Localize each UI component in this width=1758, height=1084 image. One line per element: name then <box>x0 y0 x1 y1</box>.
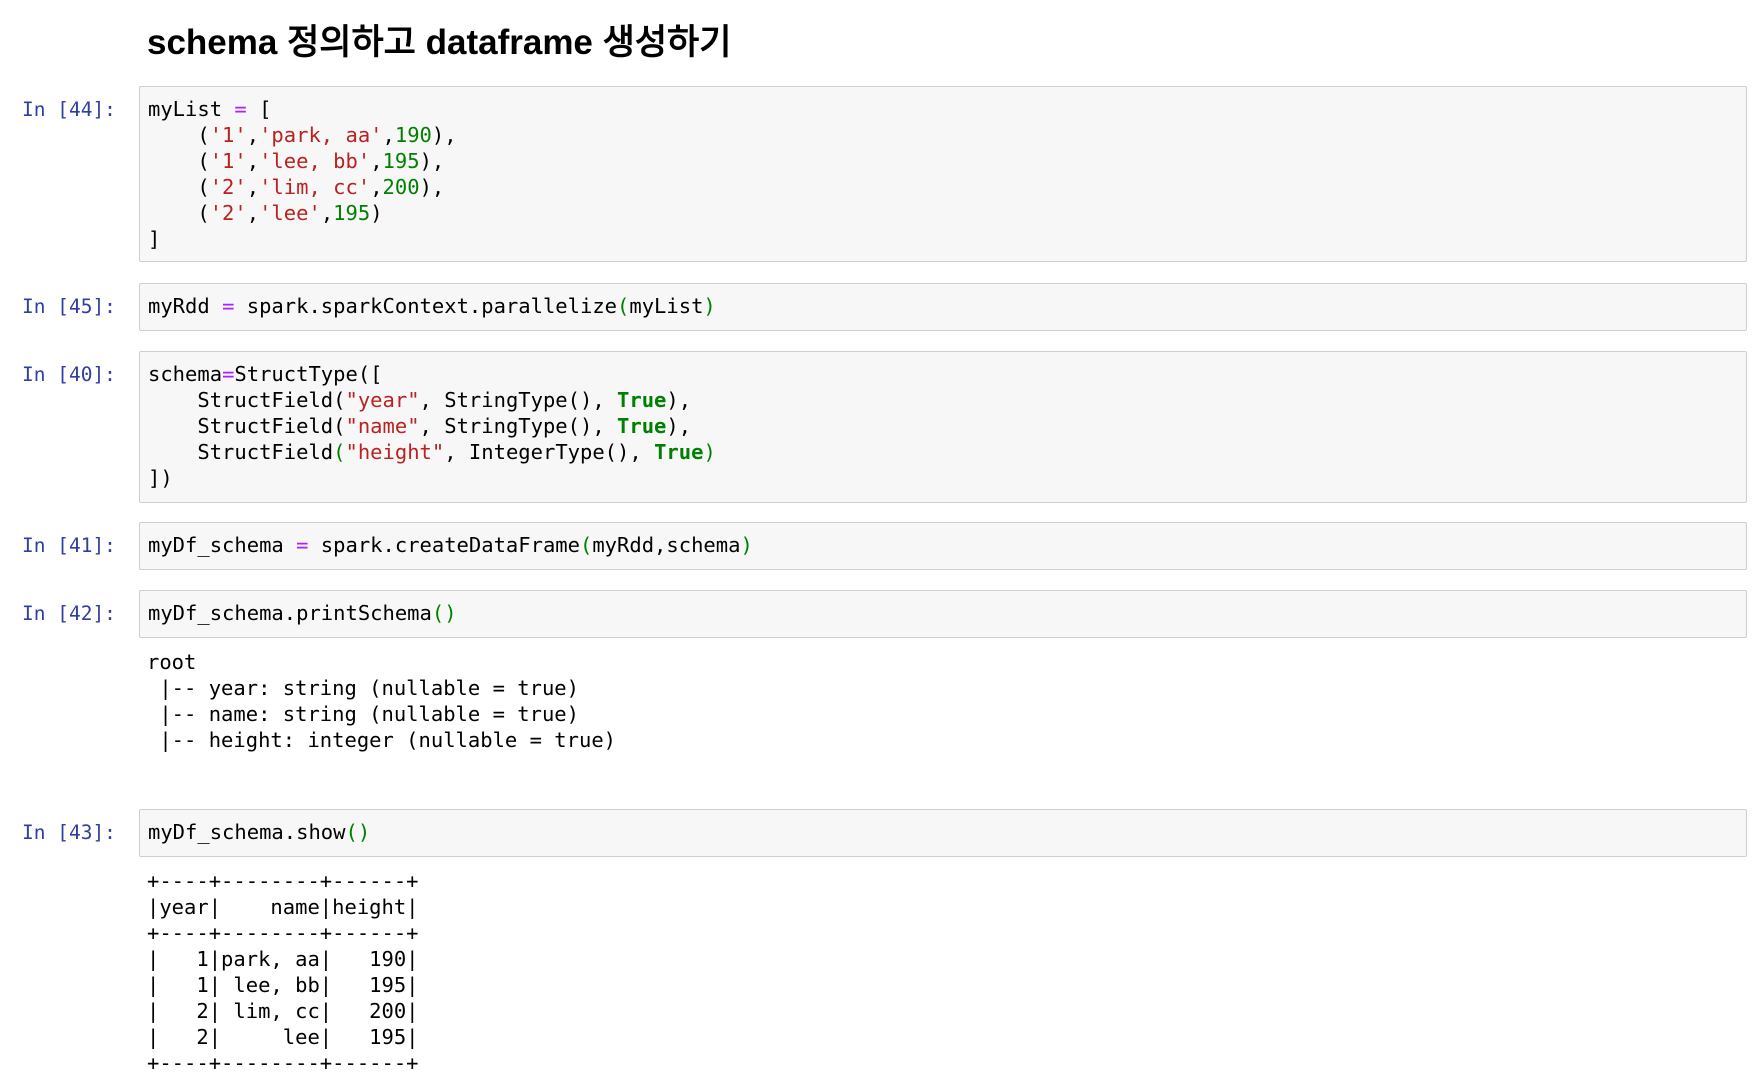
code-token: ), <box>431 123 457 147</box>
code-token: , <box>246 201 260 225</box>
cell-output: +----+--------+------+ |year| name|heigh… <box>147 869 419 1075</box>
cell-prompt: In [45]: <box>22 295 116 318</box>
code-token: , <box>246 123 260 147</box>
code-token: ]) <box>148 466 173 490</box>
code-token: '2' <box>209 175 247 199</box>
code-text: myDf_schema.printSchema() <box>140 591 1746 635</box>
code-token: ( <box>148 149 210 173</box>
code-token: myRdd,schema <box>592 533 741 557</box>
code-token: ] <box>148 227 161 251</box>
code-token: ) <box>703 440 716 464</box>
code-token: = <box>222 294 235 318</box>
code-token: = <box>296 533 309 557</box>
code-token: ( <box>148 175 210 199</box>
code-token: ), <box>666 388 692 412</box>
code-token: "name" <box>345 414 420 438</box>
code-token: 195 <box>333 201 371 225</box>
code-token: () <box>431 601 457 625</box>
code-token: , <box>382 123 395 147</box>
code-token: myDf_schema.show <box>148 820 346 844</box>
code-token: , <box>370 149 383 173</box>
code-token: ) <box>370 201 383 225</box>
code-token: '2' <box>209 201 247 225</box>
code-token: 'lee' <box>259 201 321 225</box>
code-token: ) <box>740 533 753 557</box>
code-token: 'lim, cc' <box>259 175 371 199</box>
code-text: myDf_schema.show() <box>140 810 1746 854</box>
code-token: myList <box>148 97 235 121</box>
cell-prompt: In [42]: <box>22 602 116 625</box>
code-token: ( <box>579 533 593 557</box>
code-token: spark.sparkContext.parallelize <box>234 294 618 318</box>
code-token: 'park, aa' <box>259 123 383 147</box>
code-token: [ <box>246 97 272 121</box>
code-input[interactable]: myDf_schema = spark.createDataFrame(myRd… <box>139 522 1747 570</box>
code-token: ( <box>148 201 210 225</box>
code-token: StructField( <box>148 414 346 438</box>
code-token: "year" <box>345 388 420 412</box>
code-token: ( <box>333 440 346 464</box>
code-token: , <box>246 149 260 173</box>
code-token: spark.createDataFrame <box>308 533 580 557</box>
code-text: myDf_schema = spark.createDataFrame(myRd… <box>140 523 1746 567</box>
cell-prompt: In [41]: <box>22 534 116 557</box>
code-input[interactable]: myDf_schema.show() <box>139 809 1747 857</box>
code-token: StructType([ <box>234 362 383 386</box>
code-token: StructField <box>148 440 334 464</box>
code-token: , StringType(), <box>419 388 618 412</box>
code-token: , <box>320 201 334 225</box>
code-token: myDf_schema <box>148 533 297 557</box>
code-token: () <box>345 820 371 844</box>
code-token: myDf_schema.printSchema <box>148 601 432 625</box>
code-token: = <box>222 362 235 386</box>
code-token: True <box>617 414 667 438</box>
code-token: 'lee, bb' <box>259 149 371 173</box>
code-token: myRdd <box>148 294 223 318</box>
code-token: ), <box>419 149 445 173</box>
code-input[interactable]: myList = [ ('1','park, aa',190), ('1','l… <box>139 86 1747 262</box>
code-text: schema=StructType([ StructField("year", … <box>140 352 1746 500</box>
code-token: schema <box>148 362 223 386</box>
code-text: myRdd = spark.sparkContext.parallelize(m… <box>140 284 1746 328</box>
code-token: ( <box>148 123 210 147</box>
code-token: ( <box>617 294 630 318</box>
code-input[interactable]: myRdd = spark.sparkContext.parallelize(m… <box>139 283 1747 331</box>
cell-prompt: In [43]: <box>22 821 116 844</box>
code-token: , IntegerType(), <box>444 440 655 464</box>
code-input[interactable]: schema=StructType([ StructField("year", … <box>139 351 1747 503</box>
cell-prompt: In [44]: <box>22 98 116 121</box>
code-text: myList = [ ('1','park, aa',190), ('1','l… <box>140 87 1746 261</box>
code-token: StructField( <box>148 388 346 412</box>
code-token: ), <box>419 175 445 199</box>
code-token: , StringType(), <box>419 414 618 438</box>
code-token: '1' <box>209 123 247 147</box>
code-token: myList <box>629 294 704 318</box>
code-token: 190 <box>394 123 432 147</box>
code-token: = <box>234 97 247 121</box>
code-token: ), <box>666 414 692 438</box>
code-token: 200 <box>382 175 420 199</box>
code-token: 195 <box>382 149 420 173</box>
code-token: ) <box>703 294 716 318</box>
cell-output: root |-- year: string (nullable = true) … <box>147 650 616 752</box>
code-token: True <box>654 440 704 464</box>
code-input[interactable]: myDf_schema.printSchema() <box>139 590 1747 638</box>
cell-prompt: In [40]: <box>22 363 116 386</box>
code-token: True <box>617 388 667 412</box>
section-heading: schema 정의하고 dataframe 생성하기 <box>147 23 732 62</box>
code-token: , <box>370 175 383 199</box>
code-token: '1' <box>209 149 247 173</box>
code-token: "height" <box>345 440 445 464</box>
code-token: , <box>246 175 260 199</box>
